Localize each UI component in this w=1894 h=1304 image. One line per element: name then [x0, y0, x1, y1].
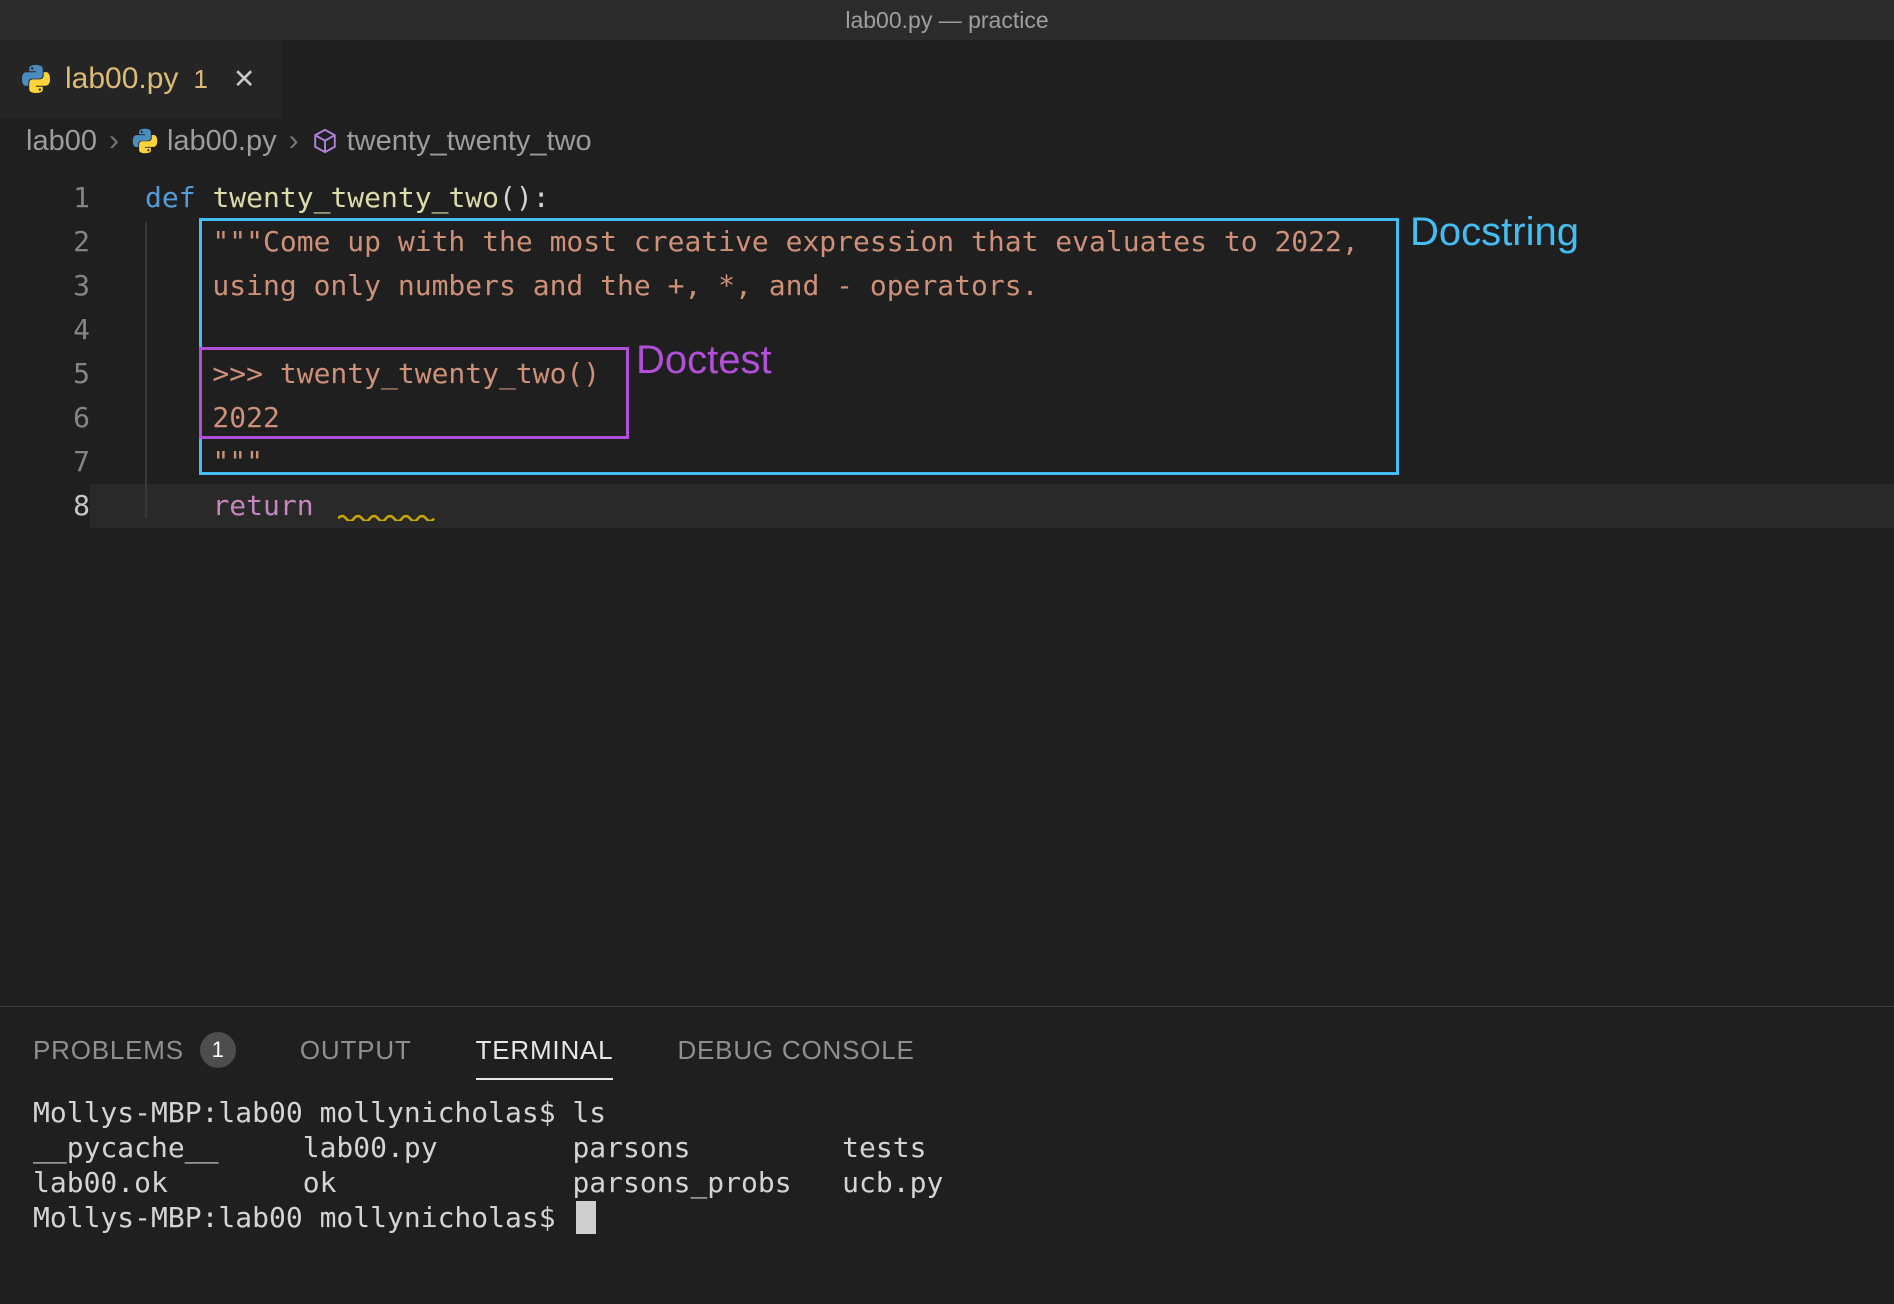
editor-tab-strip: lab00.py 1 ✕	[0, 40, 1894, 118]
indent	[145, 489, 212, 522]
breadcrumb-label: lab00.py	[167, 125, 277, 158]
code-line-7[interactable]: 7 """	[0, 440, 1894, 484]
line-number: 8	[0, 484, 90, 528]
symbol-cube-icon	[311, 127, 339, 155]
tab-lab00-py[interactable]: lab00.py 1 ✕	[0, 40, 282, 118]
warning-squiggle-icon	[338, 512, 436, 521]
line-number: 6	[0, 396, 90, 440]
punctuation: ():	[499, 181, 550, 214]
terminal-line: Mollys-MBP:lab00 mollynicholas$ ls	[33, 1095, 1894, 1130]
terminal-prompt: Mollys-MBP:lab00 mollynicholas$	[33, 1201, 572, 1234]
doctest-result-text: 2022	[145, 401, 280, 434]
bottom-panel: PROBLEMS 1 OUTPUT TERMINAL DEBUG CONSOLE…	[0, 1006, 1894, 1304]
code-line-5[interactable]: 5 >>> twenty_twenty_two()	[0, 352, 1894, 396]
docstring-text: """Come up with the most creative expres…	[145, 225, 1359, 258]
breadcrumb-item-lab00-py[interactable]: lab00.py	[131, 125, 277, 158]
doctest-annotation-label: Doctest	[636, 338, 772, 383]
panel-tab-label: PROBLEMS	[33, 1035, 184, 1066]
keyword-def: def	[145, 181, 212, 214]
code-line-3[interactable]: 3 using only numbers and the +, *, and -…	[0, 264, 1894, 308]
panel-tab-label: OUTPUT	[300, 1035, 412, 1066]
code-line-2[interactable]: 2 """Come up with the most creative expr…	[0, 220, 1894, 264]
tab-problems[interactable]: PROBLEMS 1	[33, 1012, 236, 1082]
tab-debug-console[interactable]: DEBUG CONSOLE	[677, 1015, 914, 1080]
tab-label: lab00.py	[65, 62, 178, 96]
indent-guide	[145, 222, 147, 518]
docstring-text: using only numbers and the +, *, and - o…	[145, 269, 1038, 302]
python-icon	[20, 63, 52, 95]
docstring-text: """	[145, 445, 263, 478]
line-number: 7	[0, 440, 90, 484]
code-editor[interactable]: 1 def twenty_twenty_two(): 2 """Come up …	[0, 164, 1894, 528]
doctest-call-text: >>> twenty_twenty_two()	[145, 357, 600, 390]
line-number: 1	[0, 176, 90, 220]
close-icon[interactable]: ✕	[233, 64, 256, 95]
window-titlebar: lab00.py — practice	[0, 0, 1894, 40]
keyword-return: return	[212, 489, 313, 522]
terminal-line: __pycache__ lab00.py parsons tests	[33, 1130, 1894, 1165]
panel-tab-label: DEBUG CONSOLE	[677, 1035, 914, 1066]
terminal[interactable]: Mollys-MBP:lab00 mollynicholas$ ls __pyc…	[0, 1087, 1894, 1235]
line-number: 5	[0, 352, 90, 396]
panel-tab-label: TERMINAL	[476, 1035, 614, 1066]
chevron-right-icon: ›	[109, 124, 119, 158]
panel-tab-bar: PROBLEMS 1 OUTPUT TERMINAL DEBUG CONSOLE	[0, 1007, 1894, 1087]
code-line-4[interactable]: 4	[0, 308, 1894, 352]
python-icon	[131, 127, 159, 155]
tab-problem-count: 1	[193, 64, 207, 95]
line-number: 2	[0, 220, 90, 264]
line-number: 4	[0, 308, 90, 352]
code-line-6[interactable]: 6 2022	[0, 396, 1894, 440]
docstring-annotation-label: Docstring	[1410, 210, 1579, 255]
breadcrumb-item-lab00[interactable]: lab00	[26, 125, 97, 158]
breadcrumb-item-symbol[interactable]: twenty_twenty_two	[311, 125, 592, 158]
tab-output[interactable]: OUTPUT	[300, 1015, 412, 1080]
problems-count-badge: 1	[200, 1032, 236, 1068]
breadcrumb-label: lab00	[26, 125, 97, 158]
breadcrumb: lab00 › lab00.py › twenty_twenty_two	[0, 118, 1894, 164]
tab-terminal[interactable]: TERMINAL	[476, 1015, 614, 1080]
code-line-1[interactable]: 1 def twenty_twenty_two():	[0, 176, 1894, 220]
line-number: 3	[0, 264, 90, 308]
function-name: twenty_twenty_two	[212, 181, 499, 214]
window-title: lab00.py — practice	[845, 7, 1048, 34]
terminal-cursor	[576, 1201, 596, 1234]
breadcrumb-label: twenty_twenty_two	[347, 125, 592, 158]
terminal-prompt-line: Mollys-MBP:lab00 mollynicholas$	[33, 1200, 1894, 1235]
code-line-8[interactable]: 8 return	[0, 484, 1894, 528]
terminal-line: lab00.ok ok parsons_probs ucb.py	[33, 1165, 1894, 1200]
chevron-right-icon: ›	[289, 124, 299, 158]
